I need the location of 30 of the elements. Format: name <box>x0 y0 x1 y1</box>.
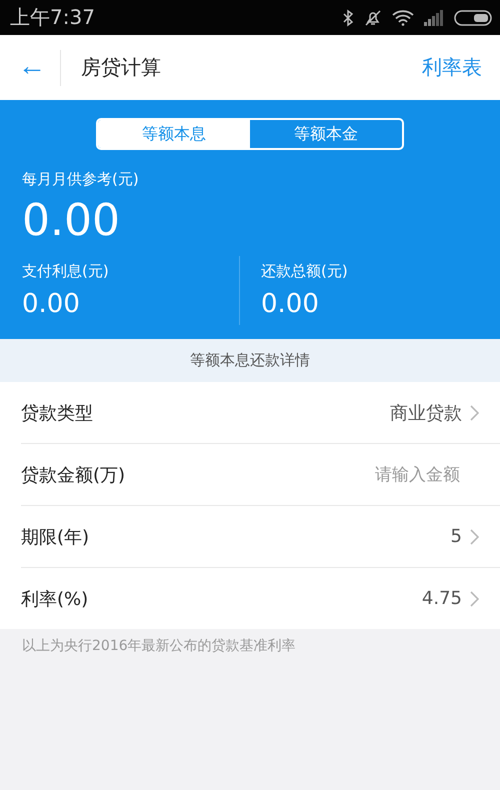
field-label: 利率(%) <box>21 588 88 610</box>
field-label: 期限(年) <box>21 526 90 548</box>
result-value: 0.00 <box>261 289 320 319</box>
chevron-icon <box>470 404 479 420</box>
chevron-icon <box>470 590 479 606</box>
tab[interactable]: 等额本金 <box>250 120 402 148</box>
note-text: 以上为央行2016年最新公布的贷款基准利率 <box>21 637 297 656</box>
field-value[interactable]: 商业贷款 <box>390 400 462 424</box>
field-label: 贷款类型 <box>21 402 93 424</box>
result-label: 支付利息(元) <box>22 262 110 281</box>
clock: 上午7:37 <box>10 4 95 31</box>
signal-icon <box>424 10 444 26</box>
result-value: 0.00 <box>22 195 121 246</box>
bluetooth-icon <box>342 8 354 26</box>
tab[interactable]: 等额本息 <box>98 120 250 148</box>
wifi-icon <box>392 10 414 26</box>
back-button[interactable]: ← <box>18 50 61 86</box>
field-label: 贷款金额(万) <box>21 464 126 486</box>
amount-field[interactable]: 请输入金额 <box>298 464 462 486</box>
page-title: 房贷计算 <box>81 54 161 81</box>
muted-bell-icon <box>364 8 382 26</box>
rate-table-link[interactable]: 利率表 <box>422 54 482 81</box>
result-label: 每月月供参考(元) <box>22 170 140 189</box>
field-value[interactable]: 5 <box>450 526 462 547</box>
field-value[interactable]: 4.75 <box>422 588 462 609</box>
result-value: 0.00 <box>22 289 81 319</box>
battery-icon <box>454 10 492 26</box>
chevron-icon <box>470 528 479 544</box>
result-label: 还款总额(元) <box>261 262 349 281</box>
details-link[interactable]: 等额本息还款详情 <box>0 339 500 382</box>
